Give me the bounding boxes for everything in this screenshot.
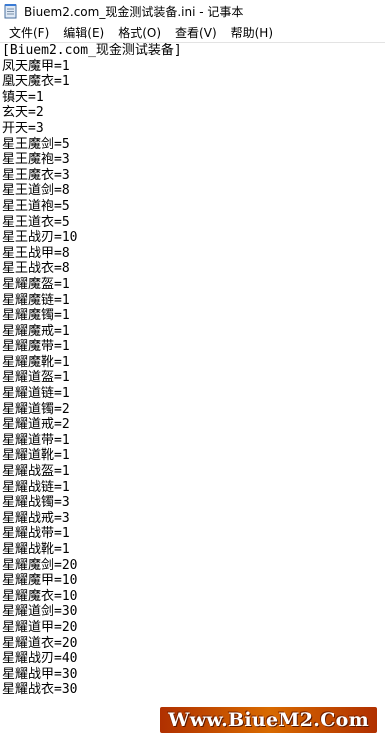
text-line: 星耀魔链=1 xyxy=(2,292,70,308)
text-line: 星耀战戒=3 xyxy=(2,510,70,526)
text-line: 星耀魔剑=20 xyxy=(2,557,78,573)
text-line: 星耀魔镯=1 xyxy=(2,308,70,324)
text-line: 凰天魔衣=1 xyxy=(2,74,70,90)
text-line: 星王战衣=8 xyxy=(2,261,70,277)
text-line: 星耀道剑=30 xyxy=(2,604,78,620)
menu-bar: 文件(F) 编辑(E) 格式(O) 查看(V) 帮助(H) xyxy=(0,22,385,43)
text-line: 星耀道盔=1 xyxy=(2,370,70,386)
text-line: 星耀战带=1 xyxy=(2,526,70,542)
text-line: 星耀魔衣=10 xyxy=(2,588,78,604)
notepad-icon xyxy=(4,3,18,19)
text-line: 星王魔衣=3 xyxy=(2,167,70,183)
window-title: Biuem2.com_现金测试装备.ini - 记事本 xyxy=(24,4,244,19)
text-line: 星耀战刃=40 xyxy=(2,651,78,667)
text-line: 星耀道戒=2 xyxy=(2,417,70,433)
text-editor-area[interactable]: [Biuem2.com_现金测试装备] 凤天魔甲=1 凰天魔衣=1 镇天=1 玄天=2 开… xyxy=(0,43,385,737)
menu-item-format[interactable]: 格式(O) xyxy=(113,24,166,41)
text-line: 星王道袍=5 xyxy=(2,198,70,214)
menu-item-file[interactable]: 文件(F) xyxy=(4,24,54,41)
text-line: 星耀魔盔=1 xyxy=(2,276,70,292)
text-line: 星耀道带=1 xyxy=(2,432,70,448)
text-line: 星王魔剑=5 xyxy=(2,136,70,152)
text-line: 星耀魔戒=1 xyxy=(2,323,70,339)
text-line: 星耀战盔=1 xyxy=(2,464,70,480)
watermark-logo: Www.BiueM2.Com xyxy=(160,707,377,733)
text-line: 星王魔袍=3 xyxy=(2,152,70,168)
text-line: 星耀战镯=3 xyxy=(2,495,70,511)
notepad-window: Biuem2.com_现金测试装备.ini - 记事本 文件(F) 编辑(E) 格式… xyxy=(0,0,385,737)
text-line: 星耀道甲=20 xyxy=(2,619,78,635)
text-line: 星耀魔带=1 xyxy=(2,339,70,355)
text-line: 镇天=1 xyxy=(2,89,44,105)
text-line: 星耀道镯=2 xyxy=(2,401,70,417)
text-line: 星王战甲=8 xyxy=(2,245,70,261)
text-line: [Biuem2.com_现金测试装备] xyxy=(2,43,182,58)
text-line: 星耀魔甲=10 xyxy=(2,573,78,589)
text-line: 星耀道靴=1 xyxy=(2,448,70,464)
text-line: 星耀战衣=30 xyxy=(2,682,78,698)
text-line: 开天=3 xyxy=(2,120,44,136)
text-line: 星耀战靴=1 xyxy=(2,542,70,557)
text-line: 凤天魔甲=1 xyxy=(2,58,70,74)
text-line: 星王道衣=5 xyxy=(2,214,70,230)
text-line: 星耀道衣=20 xyxy=(2,635,78,651)
text-line: 星王道剑=8 xyxy=(2,183,70,199)
menu-item-view[interactable]: 查看(V) xyxy=(170,24,222,41)
text-line: 星耀战甲=30 xyxy=(2,666,78,682)
menu-item-help[interactable]: 帮助(H) xyxy=(226,24,278,41)
title-bar[interactable]: Biuem2.com_现金测试装备.ini - 记事本 xyxy=(0,0,385,22)
text-line: 星耀道链=1 xyxy=(2,386,70,402)
text-line: 玄天=2 xyxy=(2,105,44,121)
text-line: 星耀战链=1 xyxy=(2,479,70,495)
text-line: 星王战刃=10 xyxy=(2,230,78,246)
text-line: 星耀魔靴=1 xyxy=(2,354,70,370)
menu-item-edit[interactable]: 编辑(E) xyxy=(58,24,109,41)
